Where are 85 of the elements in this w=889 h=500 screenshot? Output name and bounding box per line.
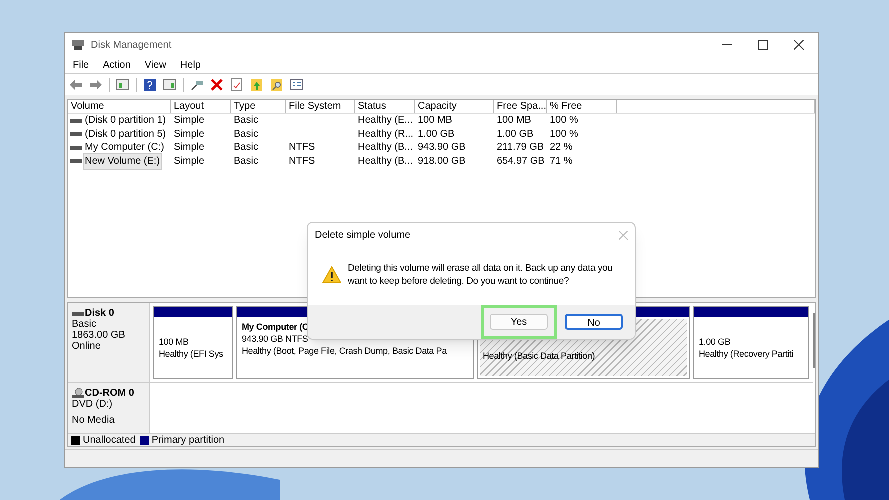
properties-list-icon[interactable]	[290, 78, 304, 92]
table-cell: Basic	[234, 156, 258, 167]
hard-drive-icon	[72, 312, 84, 316]
table-cell: 654.97 GB	[497, 156, 545, 167]
partition-block[interactable]: 100 MB Healthy (EFI Sys	[153, 306, 233, 379]
disk-info: No Media	[72, 415, 116, 426]
table-cell: 943.90 GB	[418, 142, 466, 154]
dialog-button[interactable]: Yes	[490, 314, 548, 330]
menu-item[interactable]: View	[144, 58, 166, 72]
app-icon	[71, 39, 85, 51]
column-header[interactable]: Volume	[68, 100, 171, 113]
dialog-message: Deleting this volume will erase all data on it. Back up any data you want to keep before deleting. Do you want to continue?	[348, 262, 614, 288]
table-cell: Simple	[174, 142, 205, 154]
disk-name[interactable]: CD-ROM 0	[85, 388, 134, 399]
delete-x-icon[interactable]	[210, 78, 224, 92]
volume-name[interactable]: New Volume (E:)	[84, 154, 162, 169]
volume-name[interactable]: (Disk 0 partition 5)	[84, 126, 168, 142]
action-pane-icon[interactable]	[163, 78, 177, 92]
menu-item[interactable]: Help	[180, 58, 201, 72]
table-cell: Simple	[174, 156, 205, 167]
column-header[interactable]: % Free	[547, 100, 617, 113]
table-cell: Basic	[234, 115, 258, 126]
table-cell: 22 %	[550, 142, 573, 154]
hard-drive-icon	[70, 146, 82, 150]
table-cell: Simple	[174, 115, 205, 126]
folder-magnifier-icon[interactable]	[270, 78, 284, 92]
warning-icon	[322, 266, 342, 284]
partition-info: Healthy (Recovery Partiti	[699, 348, 795, 360]
column-header[interactable]: Status	[355, 100, 415, 113]
dialog-title: Delete simple volume	[315, 228, 412, 242]
partition-info: Healthy (EFI Sys	[159, 348, 224, 360]
partition-block[interactable]: 1.00 GB Healthy (Recovery Partiti	[693, 306, 809, 379]
column-header[interactable]: Type	[231, 100, 286, 113]
disk-info: Basic	[72, 319, 98, 330]
volume-name[interactable]: My Computer (C:)	[84, 140, 166, 156]
menu-item[interactable]: Action	[103, 58, 131, 72]
partition-info: 943.90 GB NTFS	[242, 333, 310, 345]
hard-drive-icon	[70, 159, 82, 164]
column-header[interactable]: Free Spa...	[494, 100, 547, 113]
column-header[interactable]: Capacity	[415, 100, 494, 113]
back-arrow-icon[interactable]	[69, 78, 83, 92]
table-cell: Healthy (B...	[358, 156, 414, 167]
table-cell: NTFS	[289, 142, 316, 154]
menu-item[interactable]: File	[73, 58, 90, 72]
table-cell: Basic	[234, 128, 258, 140]
forward-arrow-icon[interactable]	[89, 78, 103, 92]
partition-info: 1.00 GB	[699, 336, 732, 348]
table-cell: Healthy (R...	[358, 128, 414, 140]
table-cell: 211.79 GB	[497, 142, 544, 154]
table-cell: 100 MB	[497, 115, 532, 126]
disk-info: Online	[72, 341, 102, 352]
column-header[interactable]: File System	[286, 100, 355, 113]
table-cell: 918.00 GB	[418, 156, 466, 167]
hard-drive-icon	[70, 118, 82, 123]
dialog-button[interactable]: No	[565, 314, 623, 330]
partition-info: 100 MB	[159, 336, 190, 348]
window-title: Disk Management	[91, 38, 172, 52]
disk-info: DVD (D:)	[72, 399, 114, 410]
table-cell: NTFS	[289, 156, 316, 167]
disk-name[interactable]: Disk 0	[85, 308, 114, 319]
disk-info: 1863.00 GB	[72, 330, 126, 341]
legend-label: Unallocated	[83, 434, 136, 448]
console-tree-icon[interactable]	[116, 78, 130, 92]
maximize-icon[interactable]	[758, 40, 768, 50]
table-cell: 1.00 GB	[497, 128, 534, 140]
scrollbar[interactable]	[813, 303, 815, 433]
table-cell: 100 %	[550, 115, 578, 126]
partition-info: Healthy (Boot, Page File, Crash Dump, Basic Data Pa	[242, 345, 448, 357]
table-cell: 71 %	[550, 156, 573, 167]
table-cell: Healthy (E...	[358, 115, 414, 126]
table-cell: Healthy (B...	[358, 142, 414, 154]
legend-label: Primary partition	[152, 434, 225, 448]
checklist-icon[interactable]	[230, 78, 244, 92]
table-cell: 100 MB	[418, 115, 452, 126]
close-icon[interactable]	[794, 40, 804, 50]
column-header[interactable]: Layout	[171, 100, 231, 113]
table-cell: 100 %	[550, 128, 578, 140]
hard-drive-icon	[70, 132, 82, 136]
table-cell: Simple	[174, 128, 205, 140]
table-cell: Basic	[234, 142, 258, 154]
table-cell: 1.00 GB	[418, 128, 455, 140]
help-icon[interactable]	[143, 78, 157, 92]
volume-name[interactable]: (Disk 0 partition 1)	[84, 113, 168, 128]
partition-info: Healthy (Basic Data Partition)	[483, 350, 596, 362]
cd-drive-icon	[72, 388, 84, 399]
